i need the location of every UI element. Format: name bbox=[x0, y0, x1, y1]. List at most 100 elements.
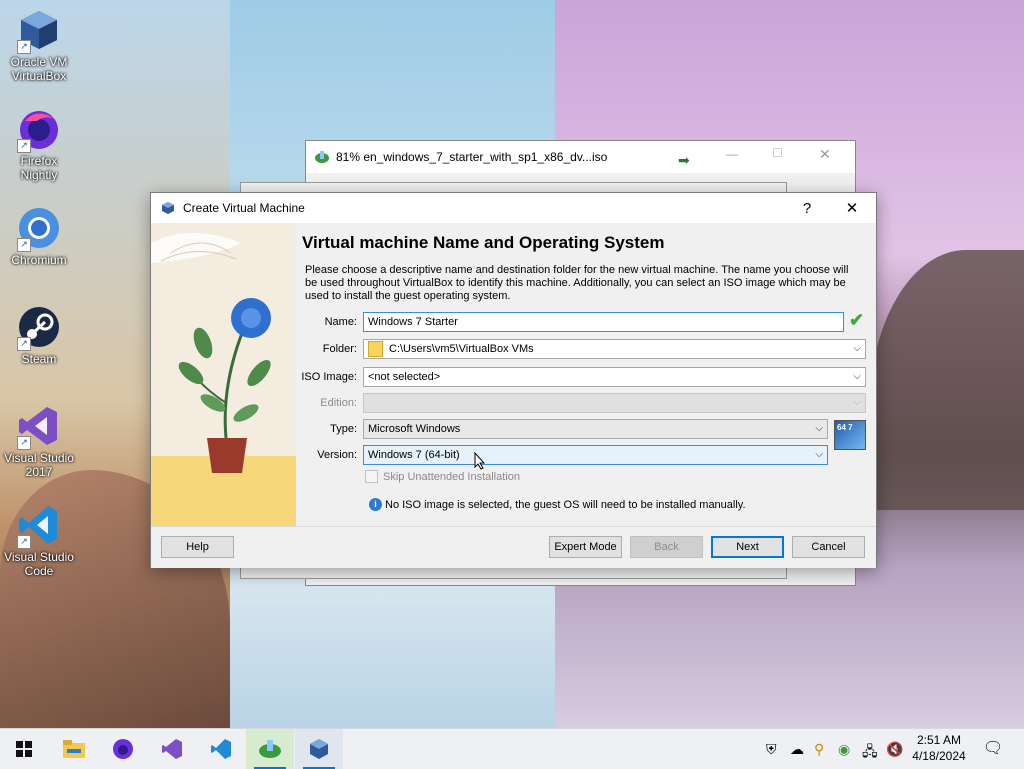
type-label: Type: bbox=[330, 423, 357, 435]
vscode-icon: ↗ bbox=[17, 503, 61, 549]
taskbar-visual-studio[interactable] bbox=[148, 729, 196, 769]
iso-select[interactable]: <not selected> ⌵ bbox=[363, 367, 866, 387]
iso-info-message: i No ISO image is selected, the guest OS… bbox=[369, 498, 746, 511]
version-value: Windows 7 (64-bit) bbox=[368, 449, 460, 461]
chromium-icon: ↗ bbox=[17, 206, 61, 252]
edition-label: Edition: bbox=[320, 397, 357, 409]
os-type-icon: 64 7 bbox=[834, 420, 866, 450]
dialog-title: Create Virtual Machine bbox=[183, 201, 305, 215]
vscode-icon bbox=[211, 739, 231, 759]
edition-select[interactable]: ⌵ bbox=[363, 393, 866, 413]
wizard-page: Virtual machine Name and Operating Syste… bbox=[301, 223, 871, 511]
desktop-icon-virtualbox[interactable]: ↗ Oracle VM VirtualBox bbox=[1, 8, 77, 83]
dialog-close-button[interactable]: ✕ bbox=[830, 193, 874, 223]
steam-icon: ↗ bbox=[17, 305, 61, 351]
info-text: No ISO image is selected, the guest OS w… bbox=[385, 498, 746, 511]
valid-check-icon: ✔ bbox=[849, 310, 865, 330]
desktop-icon-visual-studio[interactable]: ↗ Visual Studio 2017 bbox=[1, 404, 77, 479]
wizard-illustration bbox=[151, 223, 296, 526]
taskbar-file-explorer[interactable] bbox=[50, 729, 98, 769]
desktop-icon-label: Steam bbox=[21, 352, 57, 366]
type-value: Microsoft Windows bbox=[368, 423, 461, 435]
next-button[interactable]: Next bbox=[711, 536, 784, 558]
virtualbox-icon bbox=[161, 201, 175, 215]
checkbox-box[interactable] bbox=[365, 470, 378, 483]
folder-label: Folder: bbox=[322, 343, 357, 355]
taskbar-vscode[interactable] bbox=[197, 729, 245, 769]
desktop-icon-label: Chromium bbox=[11, 253, 67, 267]
dialog-button-bar: Help Expert Mode Back Next Cancel bbox=[151, 526, 876, 568]
dialog-titlebar[interactable]: Create Virtual Machine ? ✕ bbox=[151, 193, 876, 223]
desktop-icon-chromium[interactable]: ↗ Chromium bbox=[1, 206, 77, 267]
page-description: Please choose a descriptive name and des… bbox=[305, 264, 849, 302]
file-explorer-icon bbox=[63, 740, 85, 758]
iso-label: ISO Image: bbox=[301, 371, 357, 383]
clock[interactable]: 2:51 AM 4/18/2024 bbox=[906, 732, 972, 764]
taskbar-virtualbox[interactable] bbox=[295, 729, 343, 769]
download-manager-tray-icon[interactable]: ◉ bbox=[838, 741, 850, 758]
folder-icon bbox=[368, 341, 383, 357]
download-manager-icon bbox=[314, 150, 330, 164]
network-icon[interactable]: 🖧 bbox=[862, 741, 878, 765]
windows-start-icon bbox=[16, 741, 32, 757]
download-window-titlebar[interactable]: 81% en_windows_7_starter_with_sp1_x86_dv… bbox=[306, 141, 855, 173]
desktop-icon-steam[interactable]: ↗ Steam bbox=[1, 305, 77, 366]
folder-value: C:\Users\vm5\VirtualBox VMs bbox=[389, 343, 534, 355]
version-label: Version: bbox=[317, 449, 357, 461]
download-window-title: 81% en_windows_7_starter_with_sp1_x86_dv… bbox=[336, 150, 608, 164]
download-manager-icon bbox=[259, 740, 281, 758]
start-button[interactable] bbox=[0, 729, 48, 769]
taskbar: ⛨ ☁ ⚲ ◉ 🖧 🔇 2:51 AM 4/18/2024 🗨 bbox=[0, 728, 1024, 769]
minimize-button[interactable]: — bbox=[726, 147, 738, 161]
notifications-icon[interactable]: 🗨 bbox=[983, 738, 1003, 758]
desktop-icon-vscode[interactable]: ↗ Visual Studio Code bbox=[1, 503, 77, 578]
desktop-icon-label: Visual Studio Code bbox=[4, 550, 74, 578]
info-icon: i bbox=[369, 498, 382, 511]
taskbar-download-manager[interactable] bbox=[246, 729, 294, 769]
green-arrow-icon: ➡ bbox=[678, 152, 690, 168]
volume-muted-icon[interactable]: 🔇 bbox=[886, 741, 903, 758]
os-badge-text: 64 7 bbox=[837, 423, 853, 432]
search-tool-icon[interactable]: ⚲ bbox=[814, 741, 824, 758]
create-vm-dialog[interactable]: Create Virtual Machine ? ✕ Virtual machi… bbox=[150, 192, 877, 568]
iso-value: <not selected> bbox=[368, 371, 441, 383]
help-glyph-button[interactable]: ? bbox=[785, 193, 829, 223]
desktop-icon-label: Oracle VM VirtualBox bbox=[10, 55, 68, 83]
name-value: Windows 7 Starter bbox=[368, 316, 458, 328]
page-heading: Virtual machine Name and Operating Syste… bbox=[302, 233, 665, 252]
type-select[interactable]: Microsoft Windows ⌵ bbox=[363, 419, 828, 439]
chevron-down-icon: ⌵ bbox=[815, 449, 823, 460]
desktop-icon-label: Visual Studio 2017 bbox=[4, 451, 74, 479]
desktop-icon-label: Firefox Nightly bbox=[20, 154, 58, 182]
close-button[interactable]: ✕ bbox=[819, 146, 831, 163]
virtualbox-icon bbox=[310, 739, 328, 759]
version-select[interactable]: Windows 7 (64-bit) ⌵ bbox=[363, 445, 828, 465]
wallpaper-mountain bbox=[870, 250, 1024, 510]
skip-unattended-checkbox[interactable]: Skip Unattended Installation bbox=[365, 470, 520, 483]
firefox-nightly-icon bbox=[113, 739, 133, 759]
virtualbox-icon: ↗ bbox=[17, 8, 61, 54]
expert-mode-button[interactable]: Expert Mode bbox=[549, 536, 622, 558]
visual-studio-icon bbox=[162, 739, 182, 759]
chevron-down-icon: ⌵ bbox=[853, 343, 861, 354]
name-field[interactable]: Windows 7 Starter bbox=[363, 312, 844, 332]
help-button[interactable]: Help bbox=[161, 536, 234, 558]
folder-select[interactable]: C:\Users\vm5\VirtualBox VMs ⌵ bbox=[363, 339, 866, 359]
back-button[interactable]: Back bbox=[630, 536, 703, 558]
skip-unattended-label: Skip Unattended Installation bbox=[383, 470, 520, 483]
maximize-button[interactable]: ☐ bbox=[772, 146, 783, 160]
mouse-cursor bbox=[473, 451, 486, 473]
chevron-down-icon: ⌵ bbox=[853, 397, 861, 408]
firefox-nightly-icon: ↗ bbox=[17, 107, 61, 153]
cancel-button[interactable]: Cancel bbox=[792, 536, 865, 558]
clock-date: 4/18/2024 bbox=[912, 749, 966, 763]
chevron-down-icon: ⌵ bbox=[853, 371, 861, 382]
visual-studio-icon: ↗ bbox=[17, 404, 61, 450]
name-label: Name: bbox=[324, 316, 357, 328]
onedrive-icon[interactable]: ☁ bbox=[790, 741, 804, 758]
chevron-down-icon: ⌵ bbox=[815, 423, 823, 434]
taskbar-firefox-nightly[interactable] bbox=[99, 729, 147, 769]
desktop-icon-firefox-nightly[interactable]: ↗ Firefox Nightly bbox=[1, 107, 77, 182]
security-shield-icon[interactable]: ⛨ bbox=[766, 741, 777, 758]
clock-time: 2:51 AM bbox=[916, 733, 962, 747]
